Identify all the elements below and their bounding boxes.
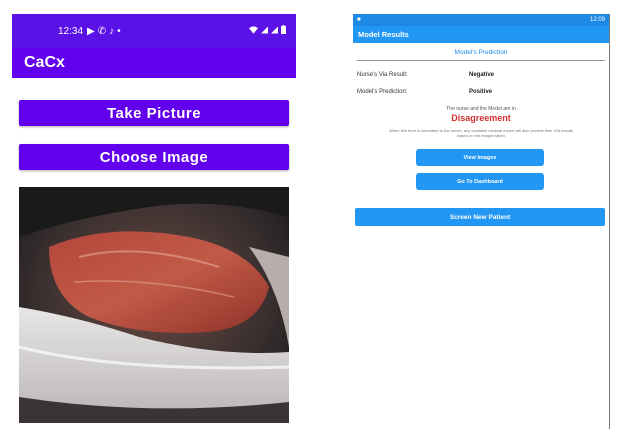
signal-icon [271, 26, 278, 37]
phone-screen: 12:34 ▶ ✆ ♪ • CaCx Take Picture Choose I… [12, 14, 296, 443]
app-title: CaCx [24, 54, 65, 71]
screen-new-patient-button[interactable]: Screen New Patient [355, 208, 605, 226]
divider [357, 60, 605, 61]
battery-icon [281, 25, 286, 37]
section-title: Model's Prediction [454, 49, 508, 56]
result-label: Nurse's Via Result: [357, 72, 408, 78]
result-label: Model's Prediction: [357, 89, 408, 95]
dot-icon: • [117, 25, 121, 37]
choose-image-button[interactable]: Choose Image [19, 144, 289, 170]
app-title: Model Results [358, 30, 409, 39]
go-to-dashboard-button[interactable]: Go To Dashboard [416, 173, 544, 190]
tiktok-icon: ♪ [109, 25, 115, 37]
wifi-icon [249, 25, 258, 37]
app-bar: CaCx [12, 48, 296, 78]
view-images-button[interactable]: View Images [416, 149, 544, 166]
result-value: Negative [469, 72, 495, 78]
app-bar: Model Results [353, 26, 609, 43]
agreement-status: Disagreement [451, 113, 511, 123]
status-bar: ■ 12:09 [353, 14, 609, 26]
status-bar: 12:34 ▶ ✆ ♪ • [12, 14, 296, 48]
captured-image [19, 187, 289, 423]
result-row-model: Model's Prediction: Positive [357, 89, 605, 95]
agreement-text: The nurse and the Model are in [446, 106, 516, 112]
play-icon: ▶ [87, 25, 95, 37]
tablet-screen: ■ 12:09 Model Results Model's Prediction… [353, 14, 610, 429]
app-icon: ■ [357, 17, 361, 23]
whatsapp-icon: ✆ [97, 25, 107, 37]
info-text-line2: based on the images taken [456, 133, 506, 138]
result-value: Positive [469, 89, 493, 95]
signal-icon [261, 26, 268, 37]
take-picture-button[interactable]: Take Picture [19, 100, 289, 126]
result-row-nurse: Nurse's Via Result: Negative [357, 72, 605, 78]
status-time: 12:09 [589, 17, 605, 23]
status-time: 12:34 [58, 25, 84, 37]
